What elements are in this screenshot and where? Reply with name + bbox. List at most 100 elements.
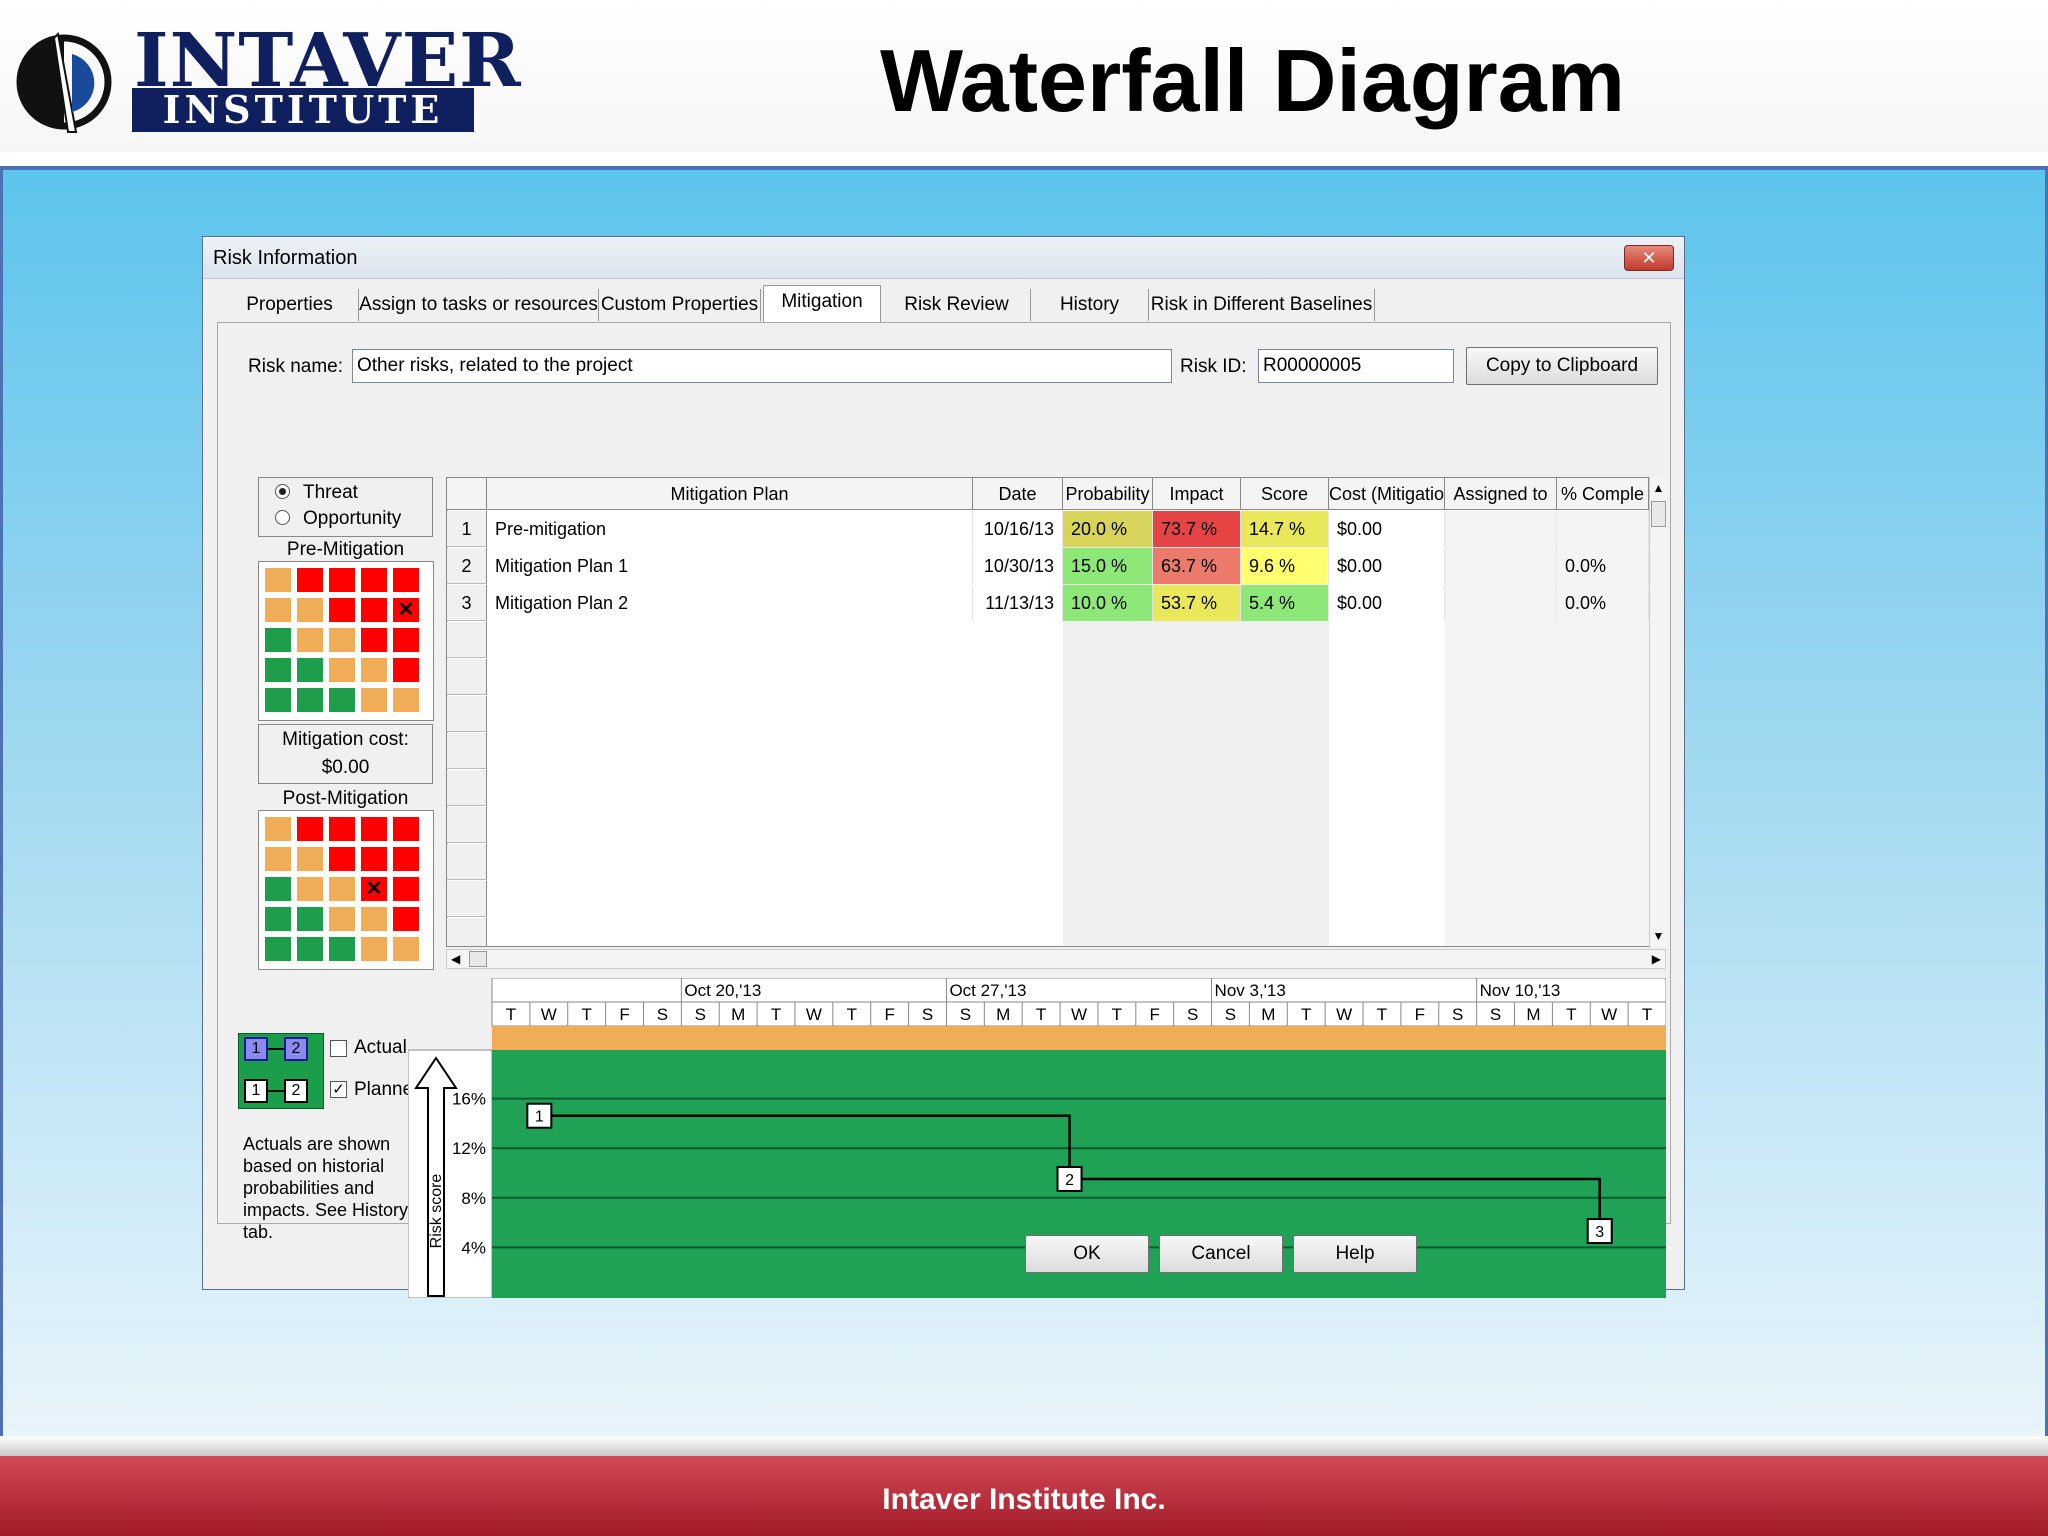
scroll-up-icon[interactable]: ▲ — [1650, 477, 1667, 499]
planned-checkbox[interactable]: ✓ — [330, 1081, 347, 1098]
day-tick-label: M — [1526, 1005, 1540, 1024]
tab-history[interactable]: History — [1031, 289, 1149, 321]
row-number[interactable] — [447, 807, 487, 843]
col-header-cost[interactable]: Cost (Mitigatio — [1329, 478, 1445, 510]
legend-actual-connector — [268, 1048, 284, 1050]
scroll-left-icon[interactable]: ◀ — [451, 950, 460, 968]
help-button[interactable]: Help — [1293, 1235, 1417, 1273]
cell-plan[interactable]: Mitigation Plan 1 — [487, 548, 973, 584]
cell-pct[interactable] — [1557, 511, 1649, 547]
matrix-cell — [392, 876, 420, 902]
cell-pct[interactable]: 0.0% — [1557, 585, 1649, 621]
cancel-button[interactable]: Cancel — [1159, 1235, 1283, 1273]
pre-mitigation-label: Pre-Mitigation — [286, 539, 405, 560]
matrix-cell — [360, 567, 388, 593]
col-header-date[interactable]: Date — [973, 478, 1063, 510]
actual-checkbox[interactable] — [330, 1040, 347, 1057]
cell-prob[interactable]: 20.0 % — [1063, 511, 1153, 547]
tab-properties[interactable]: Properties — [221, 289, 359, 321]
matrix-cell — [328, 906, 356, 932]
copy-to-clipboard-button[interactable]: Copy to Clipboard — [1466, 347, 1658, 385]
matrix-cell — [392, 627, 420, 653]
col-header-impact[interactable]: Impact — [1153, 478, 1241, 510]
matrix-cell — [296, 597, 324, 623]
cell-impact[interactable]: 73.7 % — [1153, 511, 1241, 547]
row-number[interactable] — [447, 733, 487, 769]
actual-label: Actual — [354, 1037, 407, 1058]
row-number[interactable] — [447, 844, 487, 880]
cell-plan[interactable]: Pre-mitigation — [487, 511, 973, 547]
opportunity-radio[interactable] — [275, 510, 290, 525]
scroll-thumb[interactable] — [1651, 501, 1666, 527]
mitigation-plan-table: Mitigation Plan Date Probability Impact … — [446, 477, 1666, 947]
row-number[interactable]: 1 — [447, 511, 487, 547]
cell-score[interactable]: 9.6 % — [1241, 548, 1329, 584]
matrix-cell — [264, 687, 292, 713]
cell-cost[interactable]: $0.00 — [1329, 585, 1445, 621]
scroll-right-icon[interactable]: ▶ — [1652, 950, 1661, 968]
threat-radio[interactable] — [275, 484, 290, 499]
cell-assigned[interactable] — [1445, 511, 1557, 547]
cell-prob[interactable]: 15.0 % — [1063, 548, 1153, 584]
cell-assigned[interactable] — [1445, 585, 1557, 621]
row-number[interactable] — [447, 918, 487, 946]
tab-risk-baselines[interactable]: Risk in Different Baselines — [1149, 289, 1375, 321]
cell-impact[interactable]: 53.7 % — [1153, 585, 1241, 621]
tab-custom-properties[interactable]: Custom Properties — [599, 289, 761, 321]
legend-actual-box-2: 2 — [284, 1037, 308, 1061]
row-number[interactable] — [447, 696, 487, 732]
cell-plan[interactable]: Mitigation Plan 2 — [487, 585, 973, 621]
week-tick-label: Oct 20,'13 — [684, 981, 761, 1000]
col-header-complete[interactable]: % Comple — [1557, 478, 1649, 510]
cell-prob[interactable]: 10.0 % — [1063, 585, 1153, 621]
ok-button[interactable]: OK — [1025, 1235, 1149, 1273]
day-tick-label: T — [771, 1005, 781, 1024]
row-number[interactable] — [447, 881, 487, 917]
close-button[interactable]: ✕ — [1624, 245, 1674, 271]
day-tick-label: T — [1642, 1005, 1652, 1024]
row-number[interactable]: 2 — [447, 548, 487, 584]
col-header-score[interactable]: Score — [1241, 478, 1329, 510]
day-tick-label: S — [1452, 1005, 1463, 1024]
matrix-cell — [328, 657, 356, 683]
cell-date[interactable]: 11/13/13 — [973, 585, 1063, 621]
table-horizontal-scrollbar[interactable]: ◀ ▶ — [446, 949, 1666, 969]
matrix-cell — [264, 936, 292, 962]
cell-score[interactable]: 14.7 % — [1241, 511, 1329, 547]
risk-name-input[interactable]: Other risks, related to the project — [352, 349, 1172, 383]
col-header-assigned[interactable]: Assigned to — [1445, 478, 1557, 510]
matrix-cell — [392, 687, 420, 713]
col-header-plan[interactable]: Mitigation Plan — [487, 478, 973, 510]
y-tick-label: 8% — [461, 1189, 486, 1208]
matrix-cell — [392, 657, 420, 683]
cell-cost[interactable]: $0.00 — [1329, 511, 1445, 547]
day-tick-label: T — [1036, 1005, 1046, 1024]
table-vertical-scrollbar[interactable]: ▲ ▼ — [1649, 477, 1667, 947]
intaver-logo: INTAVER INSTITUTE — [14, 18, 521, 138]
post-mitigation-matrix: ✕ — [258, 810, 434, 970]
row-number[interactable] — [447, 770, 487, 806]
cell-assigned[interactable] — [1445, 548, 1557, 584]
hscroll-thumb[interactable] — [469, 951, 487, 967]
legend-planned-connector — [268, 1090, 284, 1092]
cell-score[interactable]: 5.4 % — [1241, 585, 1329, 621]
row-number[interactable]: 3 — [447, 585, 487, 621]
tab-mitigation[interactable]: Mitigation — [763, 285, 881, 323]
col-header-probability[interactable]: Probability — [1063, 478, 1153, 510]
row-number[interactable] — [447, 659, 487, 695]
cell-date[interactable]: 10/30/13 — [973, 548, 1063, 584]
cell-impact[interactable]: 63.7 % — [1153, 548, 1241, 584]
row-number[interactable] — [447, 622, 487, 658]
cell-pct[interactable]: 0.0% — [1557, 548, 1649, 584]
matrix-cell — [296, 627, 324, 653]
cell-cost[interactable]: $0.00 — [1329, 548, 1445, 584]
risk-id-input[interactable]: R00000005 — [1258, 349, 1454, 383]
cell-date[interactable]: 10/16/13 — [973, 511, 1063, 547]
tab-risk-review[interactable]: Risk Review — [883, 289, 1031, 321]
dialog-titlebar[interactable]: Risk Information ✕ — [203, 237, 1684, 279]
tab-assign[interactable]: Assign to tasks or resources — [359, 289, 599, 321]
matrix-cell — [328, 846, 356, 872]
scroll-down-icon[interactable]: ▼ — [1650, 925, 1667, 947]
day-tick-label: W — [806, 1005, 822, 1024]
matrix-cell: ✕ — [392, 597, 420, 623]
